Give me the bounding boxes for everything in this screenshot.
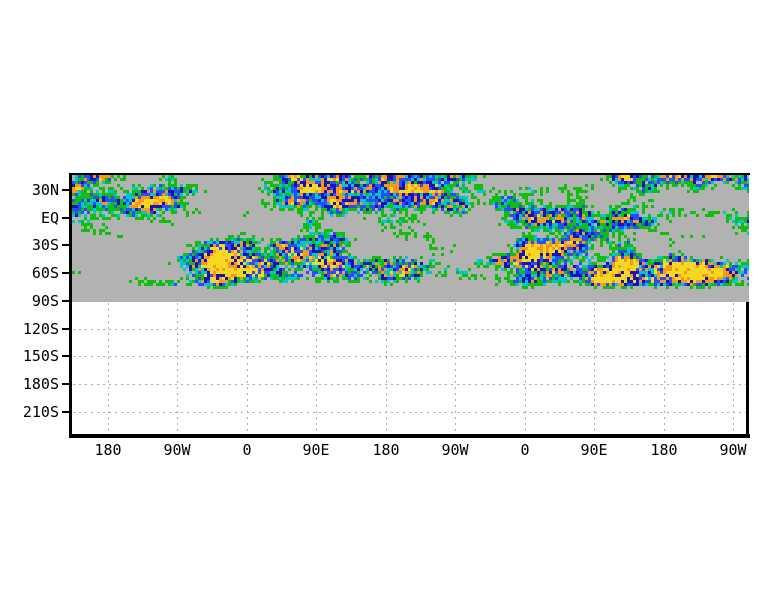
- y-axis-tick-label: 150S: [22, 347, 59, 365]
- y-axis-tick-label: 30S: [31, 236, 59, 254]
- vertical-gridline: [177, 303, 178, 434]
- plot-frame-right: [746, 301, 749, 434]
- y-axis-tick-label: 90S: [31, 292, 59, 310]
- y-axis-tick-mark: [62, 244, 70, 246]
- x-axis-tick-label: 90E: [302, 441, 330, 459]
- vertical-gridline: [525, 303, 526, 434]
- vertical-gridline: [108, 303, 109, 434]
- y-axis-tick-label: 120S: [22, 320, 59, 338]
- y-axis-tick-mark: [62, 411, 70, 413]
- vertical-gridline: [733, 303, 734, 434]
- horizontal-gridline: [73, 356, 746, 357]
- vertical-gridline: [664, 303, 665, 434]
- vertical-gridline: [386, 303, 387, 434]
- y-axis-tick-label: 30N: [31, 181, 59, 199]
- y-axis-tick-mark: [62, 300, 70, 302]
- x-axis-tick-label: 180: [372, 441, 400, 459]
- shaded-field-canvas: [72, 175, 749, 302]
- y-axis-tick-mark: [62, 272, 70, 274]
- figure: 30N EQ 30S 60S 90S 120S 150S 180S 210S 180 90W 0 90E…: [0, 0, 784, 612]
- x-axis-tick-label: 90W: [441, 441, 469, 459]
- horizontal-gridline: [73, 329, 746, 330]
- y-axis-tick-label: EQ: [40, 209, 59, 227]
- x-axis-tick-label: 90W: [719, 441, 747, 459]
- y-axis-tick-mark: [62, 383, 70, 385]
- vertical-gridline: [247, 303, 248, 434]
- x-axis-tick-label: 0: [242, 441, 252, 459]
- x-axis-tick-label: 0: [520, 441, 530, 459]
- x-axis-tick-label: 180: [94, 441, 122, 459]
- y-axis-tick-mark: [62, 355, 70, 357]
- x-axis-tick-label: 90W: [163, 441, 191, 459]
- y-axis-tick-label: 60S: [31, 264, 59, 282]
- plot-frame-bottom: [69, 434, 750, 438]
- vertical-gridline: [455, 303, 456, 434]
- y-axis-tick-mark: [62, 328, 70, 330]
- y-axis-tick-mark: [62, 189, 70, 191]
- x-axis-tick-label: 90E: [580, 441, 608, 459]
- horizontal-gridline: [73, 412, 746, 413]
- x-axis-tick-label: 180: [650, 441, 678, 459]
- horizontal-gridline: [73, 384, 746, 385]
- y-axis-tick-label: 180S: [22, 375, 59, 393]
- y-axis-tick-mark: [62, 217, 70, 219]
- vertical-gridline: [594, 303, 595, 434]
- y-axis-tick-label: 210S: [22, 403, 59, 421]
- vertical-gridline: [316, 303, 317, 434]
